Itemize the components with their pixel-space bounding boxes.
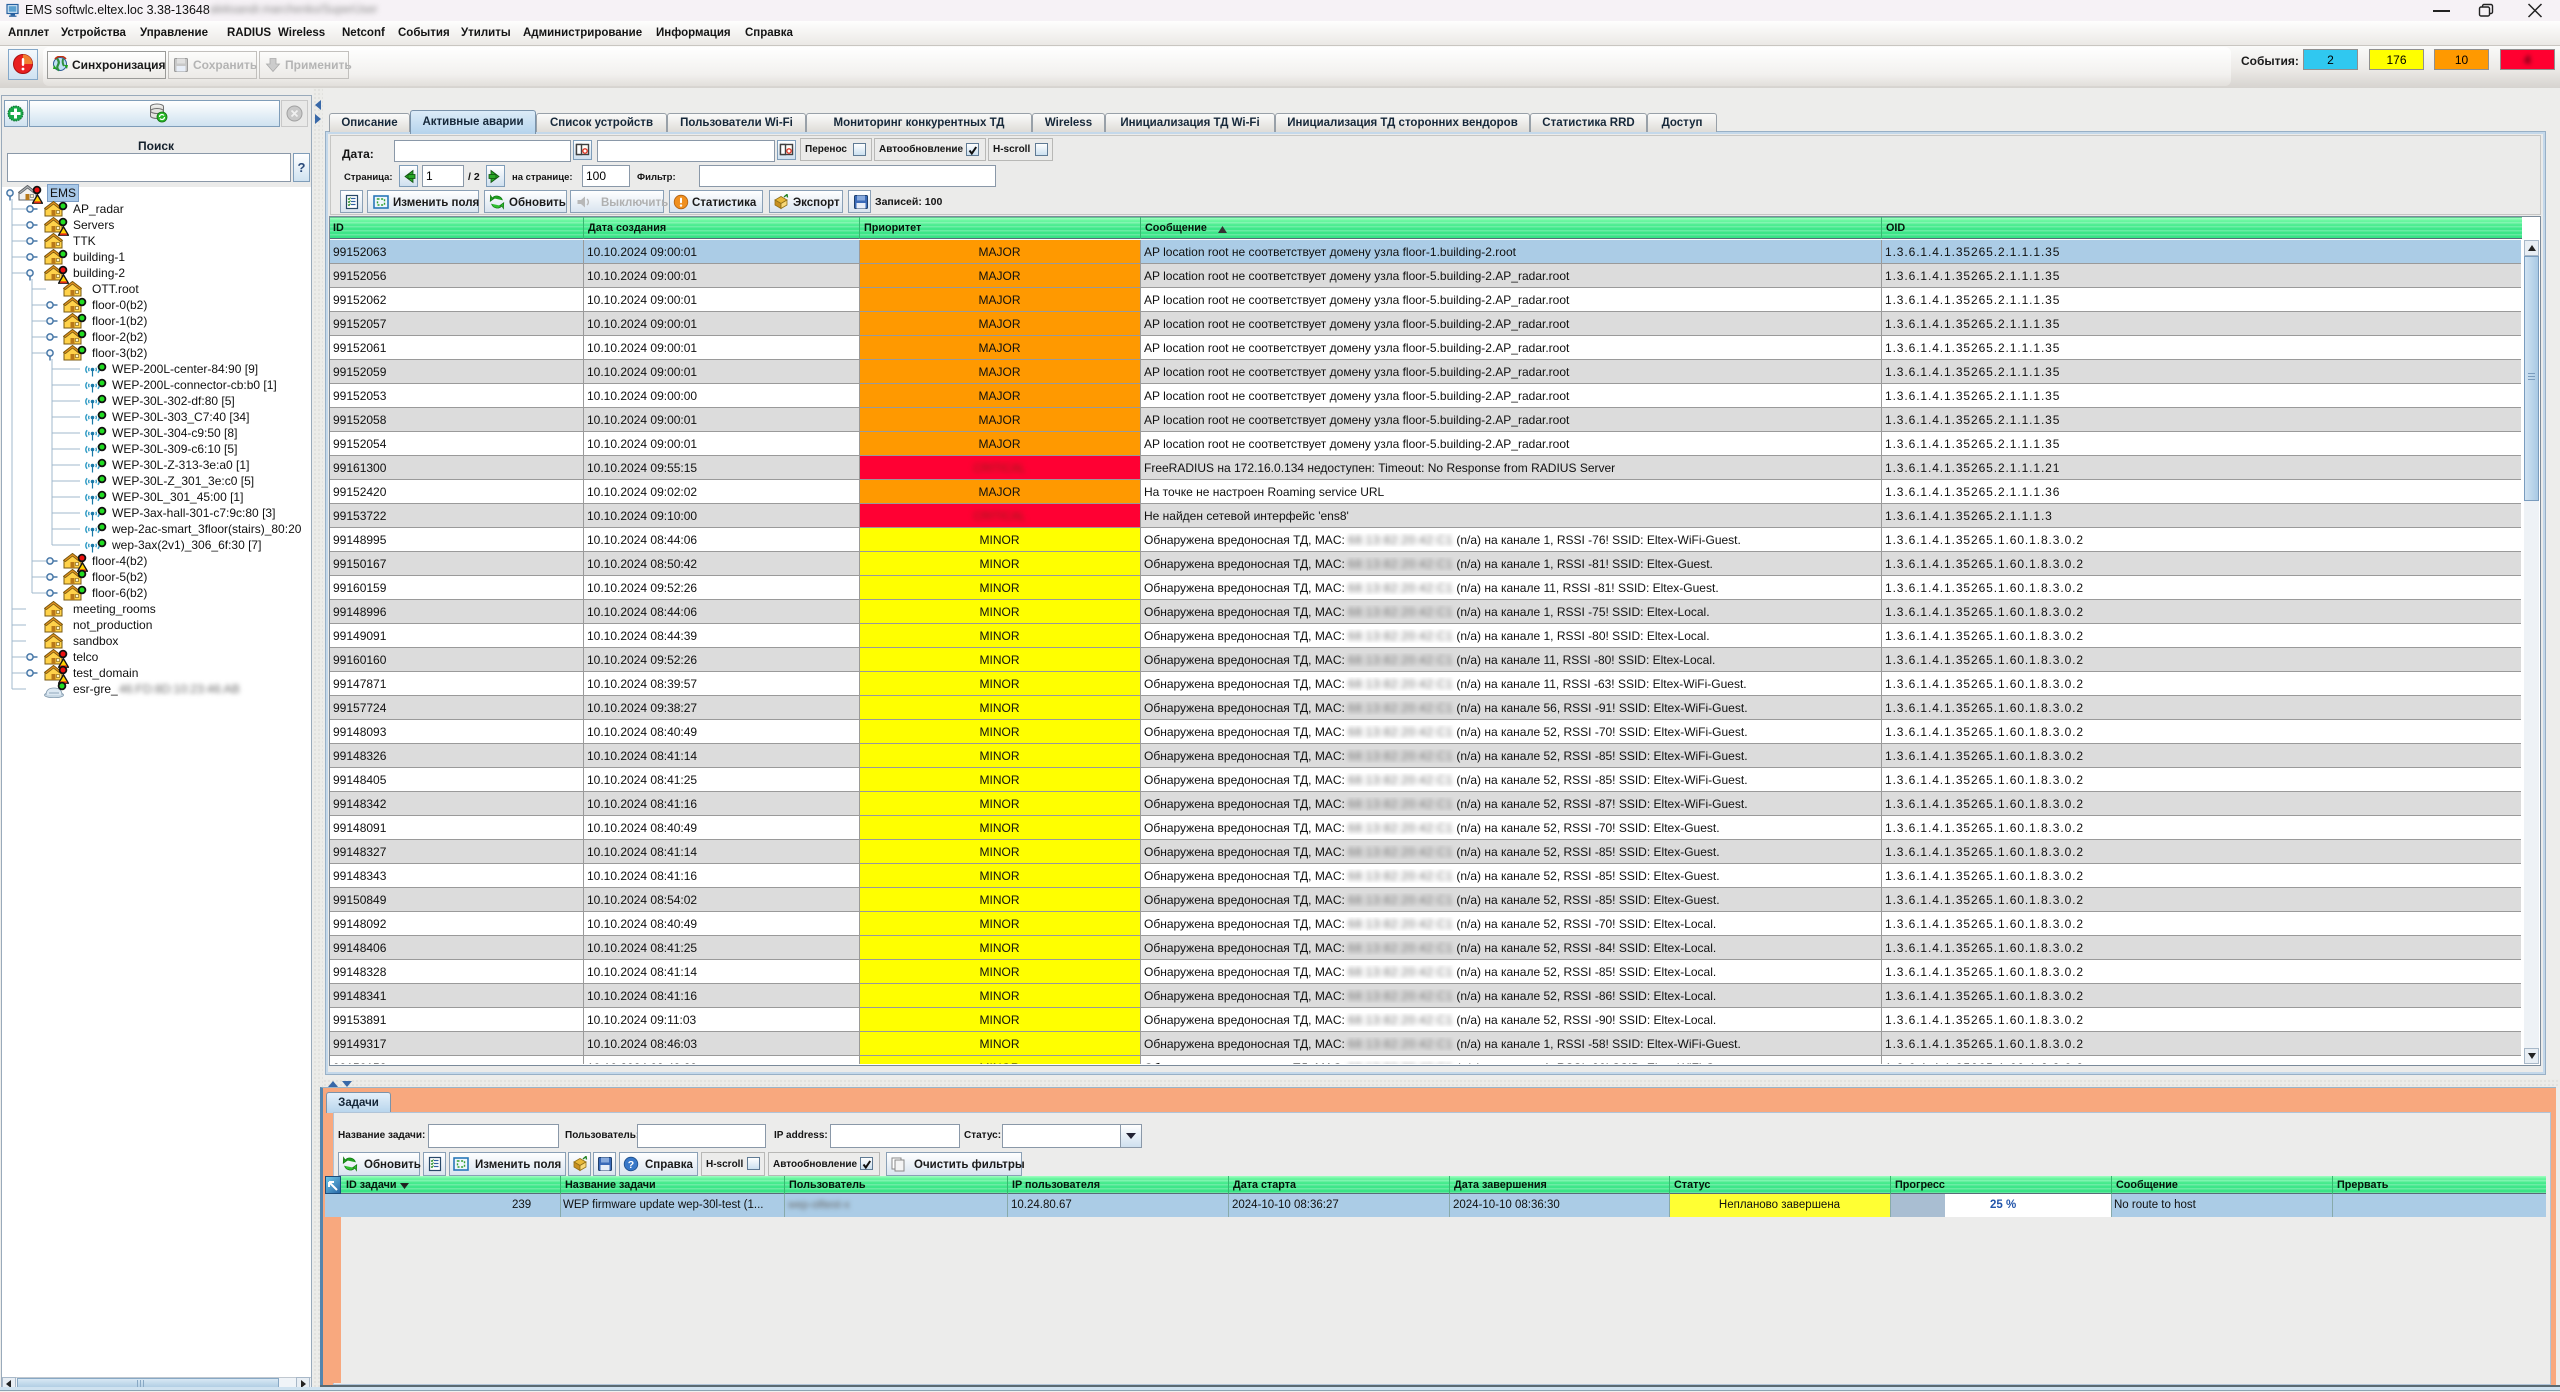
svg-text:?: ? [628,1159,634,1171]
